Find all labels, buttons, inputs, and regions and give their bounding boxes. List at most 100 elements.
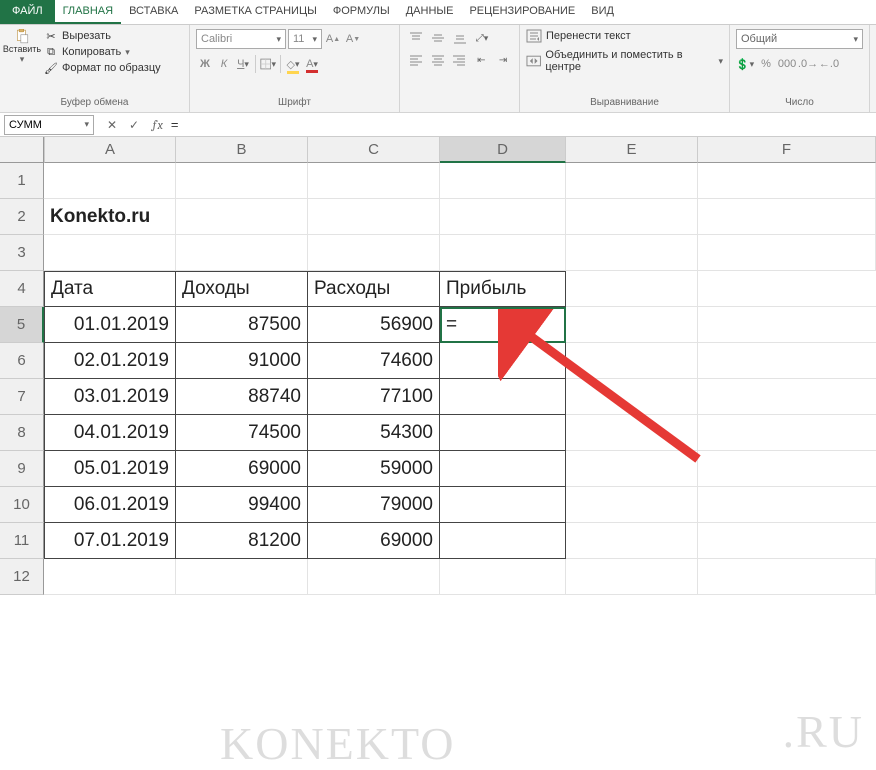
paste-button[interactable]: Вставить ▾ xyxy=(6,29,38,65)
cell-D11[interactable] xyxy=(440,523,566,559)
cell-C11[interactable]: 69000 xyxy=(308,523,440,559)
col-header-F[interactable]: F xyxy=(698,137,876,163)
cell-A7[interactable]: 03.01.2019 xyxy=(44,379,176,415)
cell-F5[interactable] xyxy=(698,307,876,343)
cell-D8[interactable] xyxy=(440,415,566,451)
align-middle-button[interactable] xyxy=(428,29,448,47)
cancel-formula-button[interactable]: ✕ xyxy=(104,118,120,132)
row-header-2[interactable]: 2 xyxy=(0,199,44,235)
cell-C1[interactable] xyxy=(308,163,440,199)
cell-F6[interactable] xyxy=(698,343,876,379)
fx-icon[interactable]: ƒx xyxy=(148,118,167,132)
align-bottom-button[interactable] xyxy=(450,29,470,47)
cell-C8[interactable]: 54300 xyxy=(308,415,440,451)
cell-E10[interactable] xyxy=(566,487,698,523)
cell-E9[interactable] xyxy=(566,451,698,487)
row-header-4[interactable]: 4 xyxy=(0,271,44,307)
cell-C9[interactable]: 59000 xyxy=(308,451,440,487)
cell-D1[interactable] xyxy=(440,163,566,199)
cell-E6[interactable] xyxy=(566,343,698,379)
cell-E4[interactable] xyxy=(566,271,698,307)
align-top-button[interactable] xyxy=(406,29,426,47)
cell-F3[interactable] xyxy=(698,235,876,271)
cell-C6[interactable]: 74600 xyxy=(308,343,440,379)
row-header-9[interactable]: 9 xyxy=(0,451,44,487)
cell-B12[interactable] xyxy=(176,559,308,595)
cell-E8[interactable] xyxy=(566,415,698,451)
cell-B4[interactable]: Доходы xyxy=(176,271,308,307)
col-header-B[interactable]: B xyxy=(176,137,308,163)
cell-A10[interactable]: 06.01.2019 xyxy=(44,487,176,523)
italic-button[interactable]: К xyxy=(215,55,233,73)
wrap-text-button[interactable]: Перенести текст xyxy=(526,29,723,43)
decrease-decimal-button[interactable]: ←.0 xyxy=(820,55,838,73)
fill-color-button[interactable]: ◇ ▾ xyxy=(284,55,302,73)
cell-F7[interactable] xyxy=(698,379,876,415)
tab-formulas[interactable]: ФОРМУЛЫ xyxy=(325,0,398,24)
format-painter-button[interactable]: 🖌 Формат по образцу xyxy=(44,61,161,75)
cell-F10[interactable] xyxy=(698,487,876,523)
cell-C10[interactable]: 79000 xyxy=(308,487,440,523)
cell-A12[interactable] xyxy=(44,559,176,595)
cell-B10[interactable]: 99400 xyxy=(176,487,308,523)
align-right-button[interactable] xyxy=(450,51,470,69)
cell-B3[interactable] xyxy=(176,235,308,271)
cell-F11[interactable] xyxy=(698,523,876,559)
underline-button[interactable]: Ч▾ xyxy=(234,55,252,73)
cut-button[interactable]: ✂ Вырезать xyxy=(44,29,161,43)
tab-home[interactable]: ГЛАВНАЯ xyxy=(55,0,121,24)
tab-file[interactable]: ФАЙЛ xyxy=(0,0,55,24)
borders-button[interactable]: ▾ xyxy=(259,55,277,73)
decrease-indent-button[interactable]: ⇤ xyxy=(471,51,491,69)
row-header-3[interactable]: 3 xyxy=(0,235,44,271)
row-header-5[interactable]: 5 xyxy=(0,307,44,343)
cell-E11[interactable] xyxy=(566,523,698,559)
cell-E5[interactable] xyxy=(566,307,698,343)
cell-D5[interactable]: = xyxy=(440,307,566,343)
cell-B11[interactable]: 81200 xyxy=(176,523,308,559)
cell-B5[interactable]: 87500 xyxy=(176,307,308,343)
cell-C7[interactable]: 77100 xyxy=(308,379,440,415)
cell-F1[interactable] xyxy=(698,163,876,199)
cell-C12[interactable] xyxy=(308,559,440,595)
thousands-button[interactable]: 000 xyxy=(778,55,796,73)
tab-data[interactable]: ДАННЫЕ xyxy=(398,0,462,24)
col-header-E[interactable]: E xyxy=(566,137,698,163)
cell-B9[interactable]: 69000 xyxy=(176,451,308,487)
cell-A8[interactable]: 04.01.2019 xyxy=(44,415,176,451)
cell-C4[interactable]: Расходы xyxy=(308,271,440,307)
cell-A1[interactable] xyxy=(44,163,176,199)
percent-button[interactable]: % xyxy=(757,55,775,73)
font-name-select[interactable]: Calibri ▾ xyxy=(196,29,286,49)
cell-D6[interactable] xyxy=(440,343,566,379)
cell-E2[interactable] xyxy=(566,199,698,235)
cell-E1[interactable] xyxy=(566,163,698,199)
cell-A3[interactable] xyxy=(44,235,176,271)
cell-A2[interactable]: Konekto.ru xyxy=(44,199,176,235)
col-header-C[interactable]: C xyxy=(308,137,440,163)
cell-A9[interactable]: 05.01.2019 xyxy=(44,451,176,487)
col-header-A[interactable]: A xyxy=(44,137,176,163)
cell-F8[interactable] xyxy=(698,415,876,451)
cell-D10[interactable] xyxy=(440,487,566,523)
font-size-select[interactable]: 11 ▾ xyxy=(288,29,322,49)
cell-D3[interactable] xyxy=(440,235,566,271)
currency-button[interactable]: 💲▾ xyxy=(736,55,754,73)
cell-F9[interactable] xyxy=(698,451,876,487)
cell-D2[interactable] xyxy=(440,199,566,235)
cell-B8[interactable]: 74500 xyxy=(176,415,308,451)
accept-formula-button[interactable]: ✓ xyxy=(126,118,142,132)
font-color-button[interactable]: A ▾ xyxy=(303,55,321,73)
cell-B7[interactable]: 88740 xyxy=(176,379,308,415)
formula-input[interactable]: = xyxy=(167,117,876,132)
cell-A5[interactable]: 01.01.2019 xyxy=(44,307,176,343)
select-all-corner[interactable] xyxy=(0,137,44,163)
copy-button[interactable]: ⧉ Копировать ▾ xyxy=(44,45,161,59)
merge-center-button[interactable]: Объединить и поместить в центре ▾ xyxy=(526,49,723,73)
decrease-font-button[interactable]: A▼ xyxy=(344,30,362,48)
cell-C3[interactable] xyxy=(308,235,440,271)
increase-decimal-button[interactable]: .0→ xyxy=(799,55,817,73)
cell-E12[interactable] xyxy=(566,559,698,595)
cell-D4[interactable]: Прибыль xyxy=(440,271,566,307)
cell-F12[interactable] xyxy=(698,559,876,595)
